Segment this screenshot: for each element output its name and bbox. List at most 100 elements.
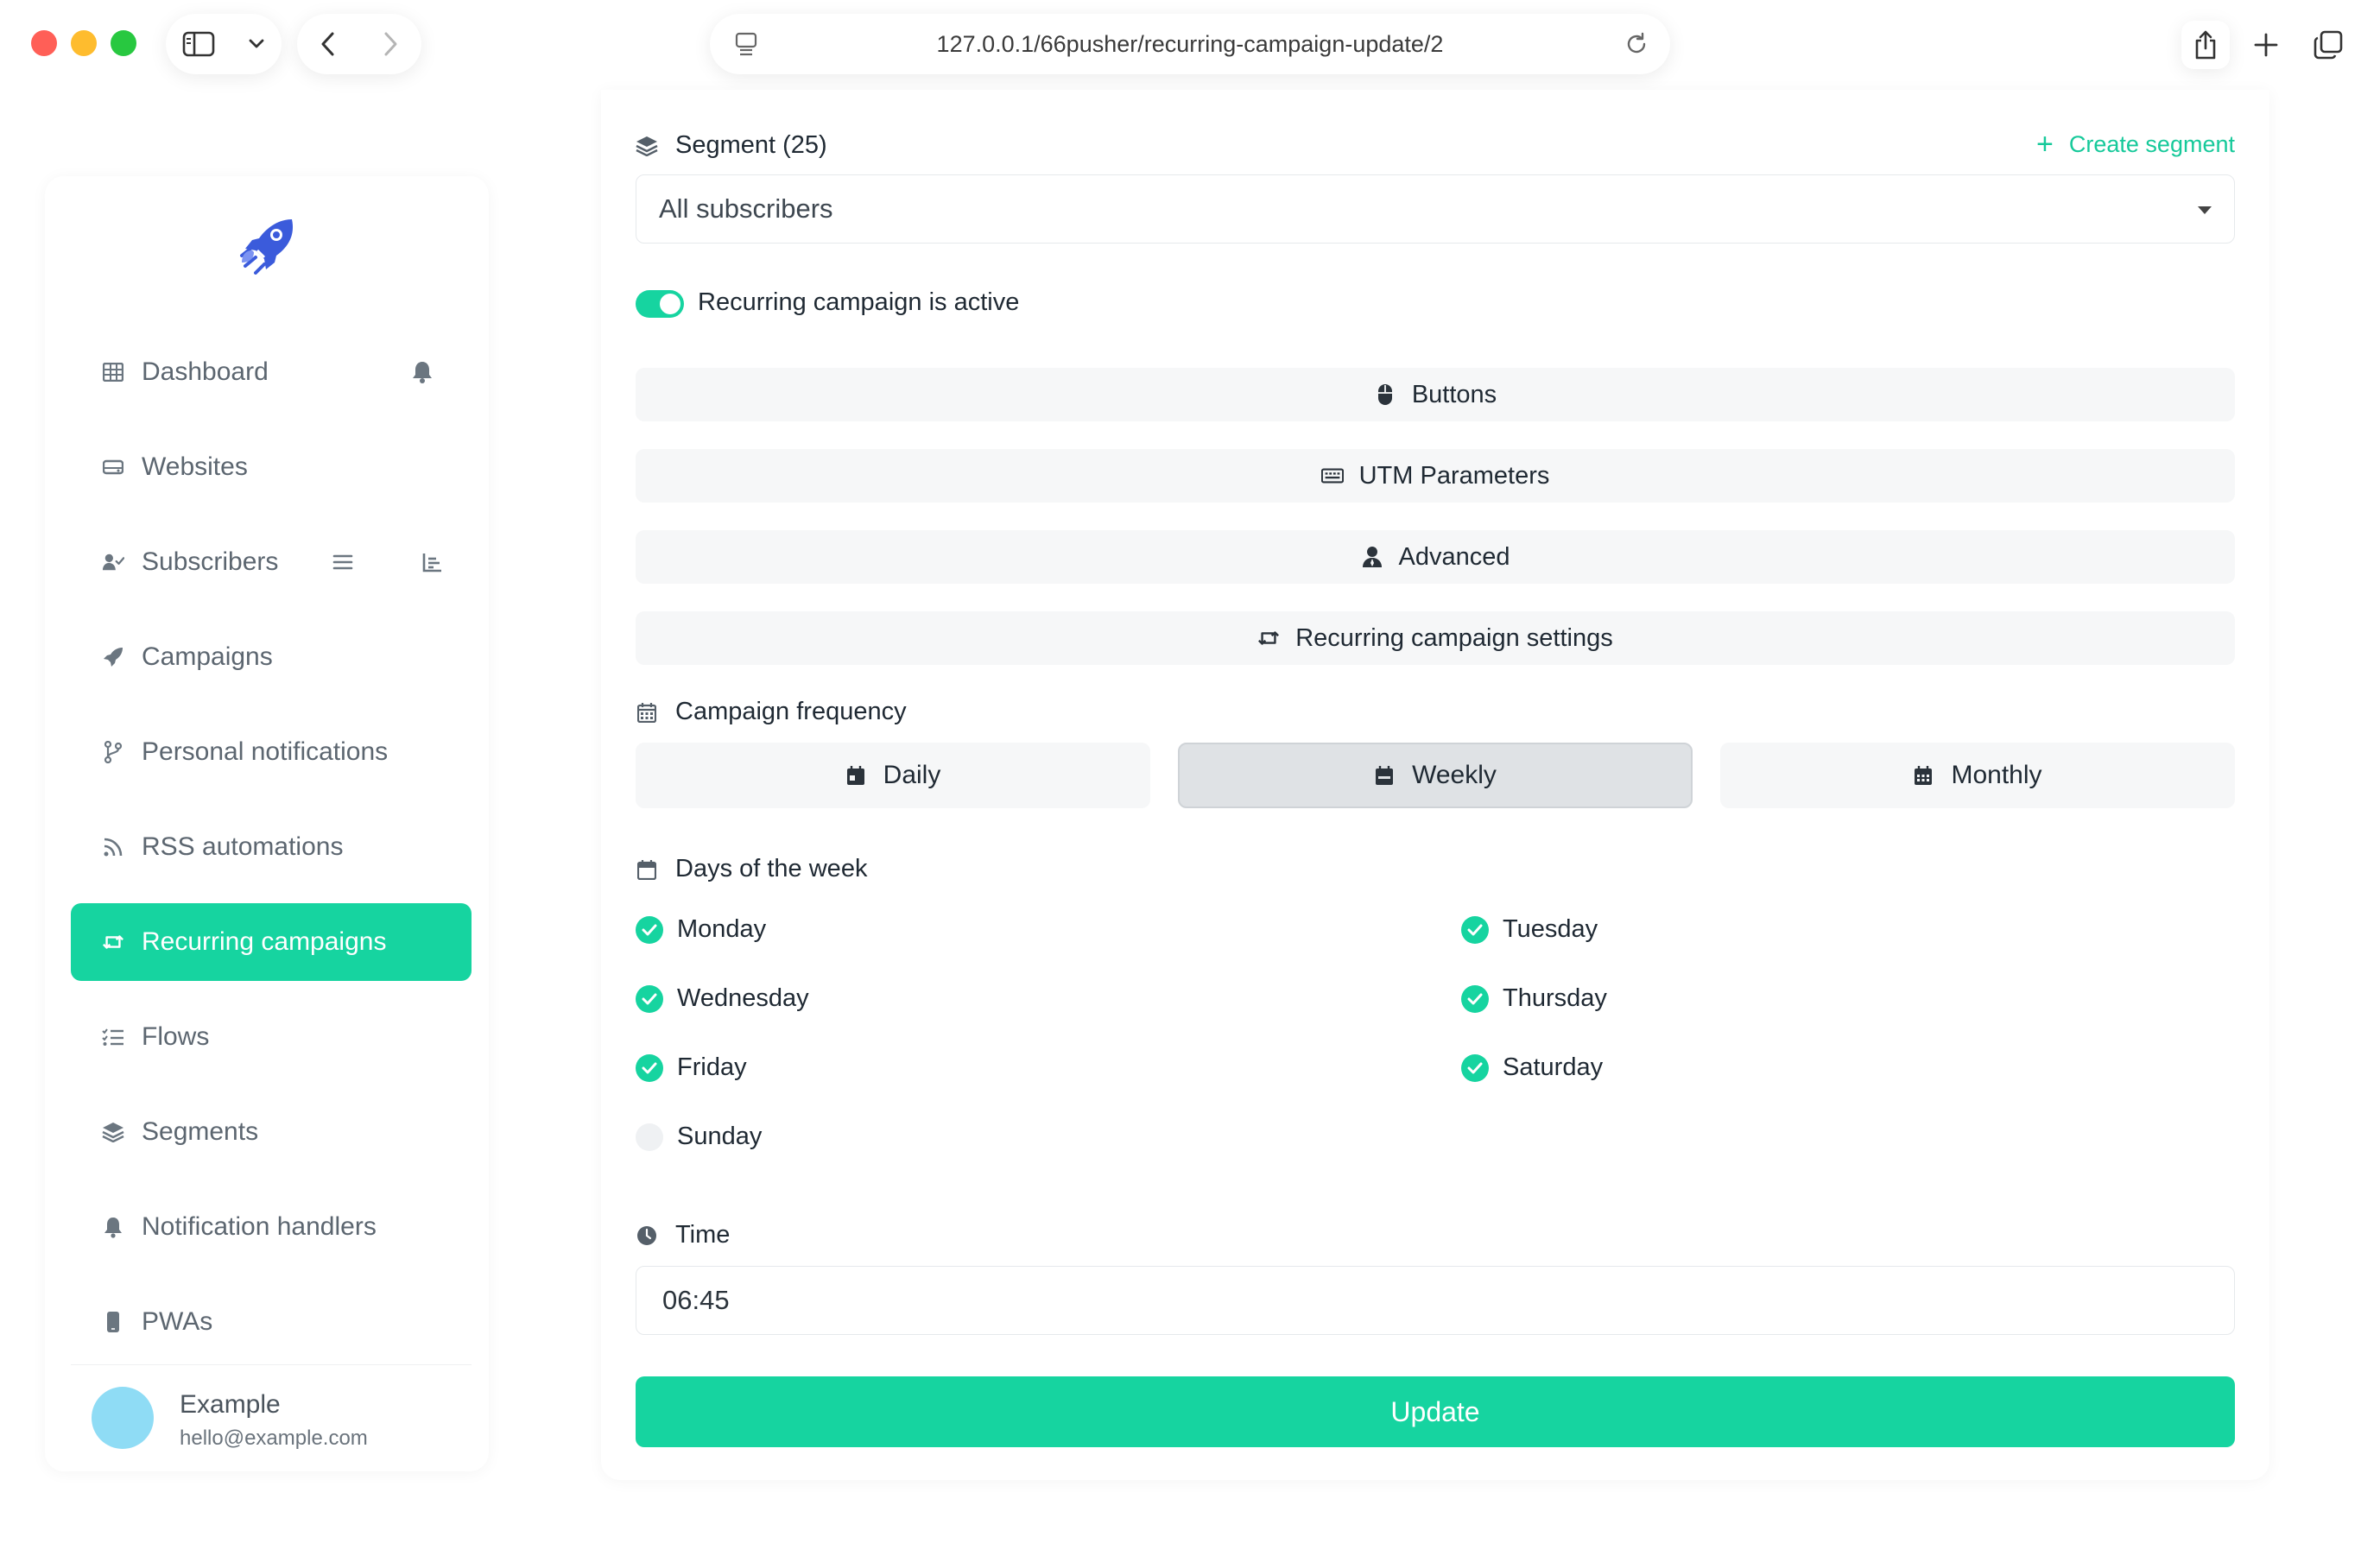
clock-icon <box>636 1224 658 1247</box>
day-sunday-checkbox[interactable]: Sunday <box>636 1123 762 1151</box>
utm-section-toggle[interactable]: UTM Parameters <box>636 449 2235 503</box>
avatar[interactable] <box>92 1387 154 1449</box>
frequency-monthly-button[interactable]: Monthly <box>1720 743 2235 808</box>
back-icon[interactable] <box>320 31 336 57</box>
active-toggle[interactable] <box>636 290 684 318</box>
day-friday-checkbox[interactable]: Friday <box>636 1053 747 1082</box>
close-window-button[interactable] <box>31 30 57 56</box>
sidebar-item-label: Notification handlers <box>142 1212 377 1241</box>
caret-down-icon <box>2198 206 2212 214</box>
sidebar-item-rss-automations[interactable]: RSS automations <box>71 808 472 886</box>
create-segment-link[interactable]: + Create segment <box>2036 130 2235 159</box>
sidebar-item-subscribers[interactable]: Subscribers <box>71 523 472 601</box>
segment-select[interactable]: All subscribers <box>636 174 2235 244</box>
sidebar-item-flows[interactable]: Flows <box>71 998 472 1076</box>
forward-icon[interactable] <box>383 31 398 57</box>
sidebar-item-label: Dashboard <box>142 357 269 386</box>
bell-icon <box>102 1216 124 1238</box>
list-check-icon <box>102 1026 124 1048</box>
list-icon[interactable] <box>330 549 356 575</box>
day-label: Tuesday <box>1503 915 1598 943</box>
table-icon <box>102 361 124 383</box>
minimize-window-button[interactable] <box>71 30 97 56</box>
days-label-text: Days of the week <box>675 855 868 882</box>
tab-overview-button[interactable] <box>2304 21 2352 69</box>
time-input-value: 06:45 <box>662 1285 730 1315</box>
sidebar-icon[interactable] <box>182 31 215 57</box>
day-label: Wednesday <box>677 984 809 1012</box>
sidebar-toggle-group <box>166 14 282 74</box>
check-icon <box>1461 984 1489 1013</box>
day-tuesday-checkbox[interactable]: Tuesday <box>1461 915 1598 944</box>
frequency-weekly-label: Weekly <box>1412 761 1497 789</box>
sidebar-item-dashboard[interactable]: Dashboard <box>71 333 472 411</box>
day-monday-checkbox[interactable]: Monday <box>636 915 766 944</box>
sidebar-item-label: Websites <box>142 452 248 481</box>
day-saturday-checkbox[interactable]: Saturday <box>1461 1053 1603 1082</box>
check-icon <box>636 984 663 1013</box>
url-text[interactable]: 127.0.0.1/66pusher/recurring-campaign-up… <box>937 31 1444 58</box>
sidebar-item-label: Flows <box>142 1022 210 1051</box>
frequency-daily-button[interactable]: Daily <box>636 743 1150 808</box>
sidebar-item-notification-handlers[interactable]: Notification handlers <box>71 1188 472 1266</box>
sidebar-item-label: PWAs <box>142 1307 213 1336</box>
day-thursday-checkbox[interactable]: Thursday <box>1461 984 1607 1013</box>
check-icon <box>636 915 663 944</box>
calendar-alt-icon <box>1913 765 1934 786</box>
recurring-settings-section-toggle[interactable]: Recurring campaign settings <box>636 611 2235 665</box>
sidebar-item-label: Segments <box>142 1117 259 1146</box>
sidebar-item-personal-notifications[interactable]: Personal notifications <box>71 713 472 791</box>
check-icon <box>1461 1053 1489 1082</box>
tabs-icon <box>2313 29 2344 60</box>
frequency-weekly-button[interactable]: Weekly <box>1178 743 1693 808</box>
advanced-section-label: Advanced <box>1398 542 1510 571</box>
address-bar[interactable]: 127.0.0.1/66pusher/recurring-campaign-up… <box>710 14 1670 74</box>
site-settings-icon[interactable] <box>734 31 758 61</box>
retweet-icon <box>1257 627 1280 649</box>
active-toggle-label[interactable]: Recurring campaign is active <box>698 288 1019 317</box>
update-button[interactable]: Update <box>636 1376 2235 1447</box>
share-icon <box>2193 29 2219 60</box>
frequency-label-text: Campaign frequency <box>675 698 907 725</box>
user-email: hello@example.com <box>180 1426 368 1450</box>
rocket-logo-icon[interactable] <box>231 212 301 281</box>
advanced-section-toggle[interactable]: Advanced <box>636 530 2235 584</box>
buttons-section-label: Buttons <box>1411 380 1497 408</box>
sidebar-item-websites[interactable]: Websites <box>71 428 472 506</box>
utm-section-label: UTM Parameters <box>1358 461 1550 490</box>
layer-group-icon <box>102 1121 124 1143</box>
recurring-campaign-form: Segment (25) + Create segment All subscr… <box>601 90 2269 1480</box>
retweet-icon <box>102 931 124 953</box>
recurring-settings-section-label: Recurring campaign settings <box>1295 623 1613 652</box>
sidebar-item-campaigns[interactable]: Campaigns <box>71 618 472 696</box>
days-field-label: Days of the week <box>636 855 867 883</box>
day-wednesday-checkbox[interactable]: Wednesday <box>636 984 809 1013</box>
mobile-icon <box>102 1311 124 1333</box>
sidebar-item-pwas[interactable]: PWAs <box>71 1283 472 1361</box>
calendar-icon <box>636 858 658 881</box>
code-branch-icon <box>102 741 124 763</box>
bell-icon[interactable] <box>409 359 435 385</box>
sidebar-item-label: Subscribers <box>142 547 279 576</box>
new-tab-button[interactable] <box>2242 21 2290 69</box>
time-input[interactable]: 06:45 <box>636 1266 2235 1335</box>
buttons-section-toggle[interactable]: Buttons <box>636 368 2235 421</box>
chart-bar-icon[interactable] <box>420 549 446 575</box>
sidebar-item-segments[interactable]: Segments <box>71 1093 472 1171</box>
reload-icon[interactable] <box>1624 31 1649 61</box>
user-name[interactable]: Example <box>180 1390 281 1420</box>
day-label: Saturday <box>1503 1053 1604 1081</box>
calendar-day-icon <box>845 765 866 786</box>
browser-toolbar: 127.0.0.1/66pusher/recurring-campaign-up… <box>0 0 2380 90</box>
sidebar-item-label: RSS automations <box>142 832 344 861</box>
frequency-monthly-label: Monthly <box>1951 761 2042 789</box>
user-tie-icon <box>1361 546 1383 568</box>
create-segment-label: Create segment <box>2068 130 2235 157</box>
calendar-icon <box>636 701 658 724</box>
zoom-window-button[interactable] <box>111 30 136 56</box>
sidebar-item-label: Personal notifications <box>142 737 389 766</box>
sidebar-item-recurring-campaigns[interactable]: Recurring campaigns <box>71 903 472 981</box>
chevron-down-icon[interactable] <box>248 38 265 50</box>
share-button[interactable] <box>2181 21 2230 69</box>
check-icon <box>636 1053 663 1082</box>
